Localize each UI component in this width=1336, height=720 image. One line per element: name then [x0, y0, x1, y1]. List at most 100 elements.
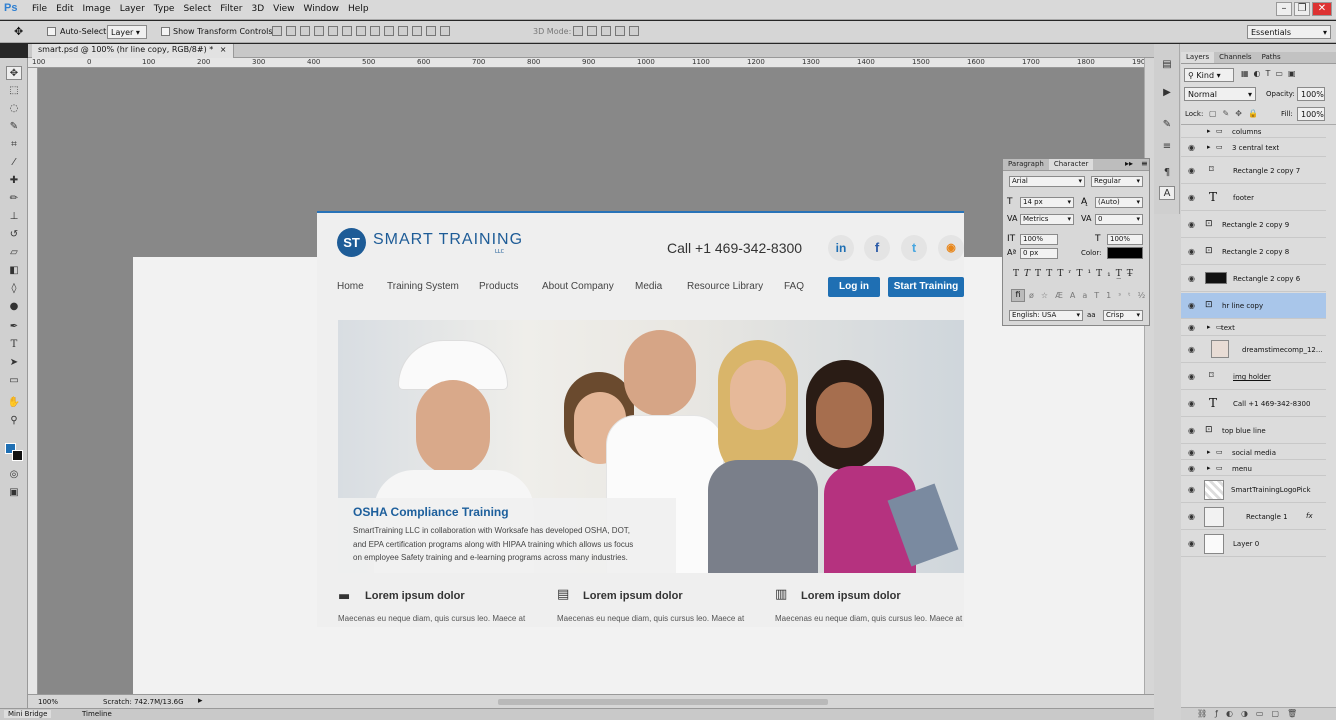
- visibility-eye-icon[interactable]: ◉: [1188, 143, 1195, 152]
- visibility-eye-icon[interactable]: ◉: [1188, 323, 1195, 332]
- auto-align-icon[interactable]: [440, 26, 450, 36]
- path-select-icon[interactable]: ➤: [6, 356, 22, 370]
- kerning-field[interactable]: Metrics ▾: [1020, 214, 1074, 225]
- roll-icon[interactable]: [587, 26, 597, 36]
- font-style-dropdown[interactable]: Regular ▾: [1091, 176, 1143, 187]
- nav-faq[interactable]: FAQ: [784, 281, 804, 292]
- font-size-field[interactable]: 14 px ▾: [1020, 197, 1074, 208]
- visibility-eye-icon[interactable]: ◉: [1188, 464, 1195, 473]
- marquee-tool-icon[interactable]: ⬚: [6, 84, 22, 98]
- close-tab-icon[interactable]: ×: [220, 45, 227, 54]
- auto-select-checkbox[interactable]: [47, 27, 56, 36]
- nav-home[interactable]: Home: [337, 281, 364, 292]
- tab-channels[interactable]: Channels: [1214, 52, 1256, 63]
- document-tab[interactable]: smart.psd @ 100% (hr line copy, RGB/8#) …: [32, 44, 234, 58]
- layer-filter-icons[interactable]: ▦◐T▭▣: [1241, 69, 1301, 78]
- vertical-scrollbar[interactable]: [1144, 58, 1154, 694]
- ligature-icon[interactable]: ﬁ: [1011, 289, 1025, 302]
- group-arrow-icon[interactable]: ▸: [1207, 143, 1211, 151]
- login-button[interactable]: Log in: [828, 277, 880, 297]
- adjustments-panel-icon[interactable]: ≡: [1159, 140, 1175, 154]
- layer-row[interactable]: ▸ ▭ columns: [1181, 126, 1326, 138]
- pen-tool-icon[interactable]: ✒: [6, 320, 22, 334]
- distribute-left-icon[interactable]: [398, 26, 408, 36]
- orbit-icon[interactable]: [573, 26, 583, 36]
- distribute-vcenter-icon[interactable]: [370, 26, 380, 36]
- visibility-eye-icon[interactable]: ◉: [1188, 166, 1195, 175]
- visibility-eye-icon[interactable]: ◉: [1188, 372, 1195, 381]
- menu-file[interactable]: File: [32, 4, 56, 14]
- align-bottom-icon[interactable]: [300, 26, 310, 36]
- font-family-dropdown[interactable]: Arial ▾: [1009, 176, 1085, 187]
- menu-select[interactable]: Select: [183, 4, 220, 14]
- visibility-eye-icon[interactable]: ◉: [1188, 399, 1195, 408]
- baseline-shift-field[interactable]: 0 px: [1020, 248, 1058, 259]
- rss-icon[interactable]: ◉: [938, 235, 964, 261]
- healing-brush-icon[interactable]: ✚: [6, 174, 22, 188]
- menu-edit[interactable]: Edit: [56, 4, 82, 14]
- twitter-icon[interactable]: t: [901, 235, 927, 261]
- minimize-icon[interactable]: –: [1276, 2, 1292, 16]
- restore-icon[interactable]: ❐: [1294, 2, 1310, 16]
- mini-bridge-tab[interactable]: Mini Bridge: [4, 710, 52, 718]
- layer-row[interactable]: ◉ T Call +1 469-342-8300: [1181, 391, 1326, 417]
- linkedin-icon[interactable]: in: [828, 235, 854, 261]
- language-dropdown[interactable]: English: USA ▾: [1009, 310, 1083, 321]
- dodge-tool-icon[interactable]: ●: [6, 300, 22, 314]
- scale-icon[interactable]: [629, 26, 639, 36]
- align-hcenter-icon[interactable]: [328, 26, 338, 36]
- pan-icon[interactable]: [601, 26, 611, 36]
- layer-row[interactable]: ◉ ▸ ▭ menu: [1181, 461, 1326, 476]
- quick-mask-icon[interactable]: ◎: [6, 468, 22, 482]
- layer-row-selected[interactable]: ◉ ⊡ hr line copy: [1181, 293, 1326, 319]
- distribute-hcenter-icon[interactable]: [412, 26, 422, 36]
- antialias-dropdown[interactable]: Crisp ▾: [1103, 310, 1143, 321]
- layer-row[interactable]: ◉ T footer: [1181, 185, 1326, 211]
- layer-row[interactable]: ◉ dreamstimecomp_12...: [1181, 337, 1326, 363]
- tab-character[interactable]: Character: [1048, 159, 1094, 170]
- layers-footer-icons[interactable]: ⛓ƒ◐◑▭▢🗑: [1181, 707, 1336, 720]
- layer-row[interactable]: ◉ Rectangle 2 copy 6: [1181, 266, 1326, 292]
- auto-select-dropdown[interactable]: Layer ▾: [107, 25, 147, 39]
- layer-row[interactable]: ◉ ⊡ Rectangle 2 copy 8: [1181, 239, 1326, 265]
- layer-row[interactable]: ◉ SmartTrainingLogoPick: [1181, 477, 1326, 503]
- hand-tool-icon[interactable]: ✋: [6, 396, 22, 410]
- close-window-icon[interactable]: ✕: [1312, 2, 1332, 16]
- align-left-icon[interactable]: [314, 26, 324, 36]
- visibility-eye-icon[interactable]: ◉: [1188, 274, 1195, 283]
- nav-products[interactable]: Products: [479, 281, 518, 292]
- lock-icons[interactable]: ▢✎✥🔒: [1209, 109, 1264, 118]
- align-top-icon[interactable]: [272, 26, 282, 36]
- group-arrow-icon[interactable]: ▸: [1207, 448, 1211, 456]
- menu-type[interactable]: Type: [154, 4, 184, 14]
- eraser-tool-icon[interactable]: ▱: [6, 246, 22, 260]
- menu-image[interactable]: Image: [83, 4, 120, 14]
- paragraph-panel-icon[interactable]: ¶: [1159, 166, 1175, 180]
- visibility-eye-icon[interactable]: ◉: [1188, 539, 1195, 548]
- visibility-eye-icon[interactable]: ◉: [1188, 512, 1195, 521]
- layer-filter-dropdown[interactable]: ⚲ Kind ▾: [1184, 68, 1234, 82]
- type-style-buttons[interactable]: TTTTTʳT¹T₁T̲T̶: [1013, 269, 1138, 279]
- layer-row[interactable]: ◉ Rectangle 1 fx: [1181, 504, 1326, 530]
- visibility-eye-icon[interactable]: ◉: [1188, 485, 1195, 494]
- distribute-top-icon[interactable]: [356, 26, 366, 36]
- layer-row[interactable]: ◉ ▸ ▭ 3 central text: [1181, 139, 1326, 157]
- distribute-right-icon[interactable]: [426, 26, 436, 36]
- menu-3d[interactable]: 3D: [252, 4, 274, 14]
- visibility-eye-icon[interactable]: ◉: [1188, 345, 1195, 354]
- actions-panel-icon[interactable]: ▶: [1159, 86, 1175, 100]
- vertical-scale-field[interactable]: 100%: [1020, 234, 1058, 245]
- visibility-eye-icon[interactable]: ◉: [1188, 247, 1195, 256]
- layer-row[interactable]: ◉ ▸ ▭ social media: [1181, 445, 1326, 460]
- history-panel-icon[interactable]: ▤: [1159, 58, 1175, 72]
- show-transform-checkbox[interactable]: [161, 27, 170, 36]
- visibility-eye-icon[interactable]: ◉: [1188, 193, 1195, 202]
- move-tool-preset-icon[interactable]: ✥: [14, 25, 23, 38]
- start-training-button[interactable]: Start Training: [888, 277, 964, 297]
- history-brush-icon[interactable]: ↺: [6, 228, 22, 242]
- fx-badge[interactable]: fx: [1306, 512, 1313, 520]
- rectangle-tool-icon[interactable]: ▭: [6, 374, 22, 388]
- slide-icon[interactable]: [615, 26, 625, 36]
- type-tool-icon[interactable]: T: [6, 338, 22, 352]
- leading-field[interactable]: (Auto) ▾: [1095, 197, 1143, 208]
